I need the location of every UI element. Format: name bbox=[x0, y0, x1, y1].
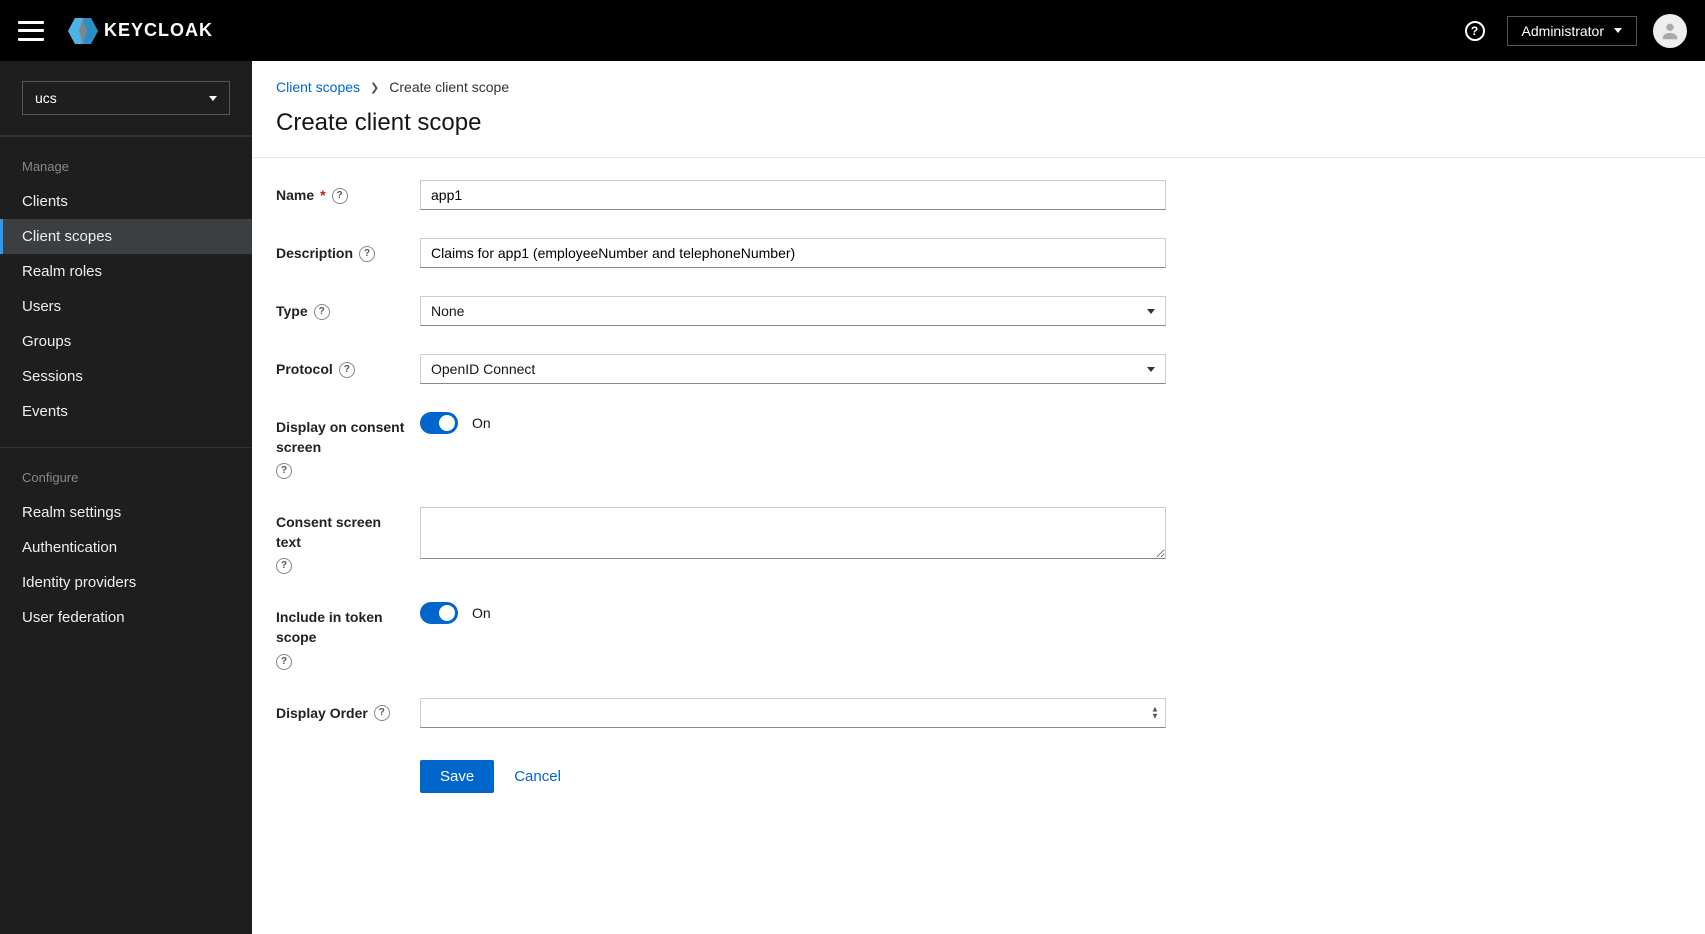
brand-hex-icon bbox=[68, 18, 98, 44]
name-input[interactable] bbox=[420, 180, 1166, 210]
description-label: Description bbox=[276, 244, 353, 264]
description-input[interactable] bbox=[420, 238, 1166, 268]
protocol-select[interactable]: OpenID Connect bbox=[420, 354, 1166, 384]
brand-text: KEYCLOAK bbox=[104, 20, 213, 41]
sidebar-item-users[interactable]: Users bbox=[0, 289, 252, 324]
include-in-token-toggle[interactable] bbox=[420, 602, 458, 624]
sidebar-item-authentication[interactable]: Authentication bbox=[0, 530, 252, 565]
sidebar-item-identity-providers[interactable]: Identity providers bbox=[0, 565, 252, 600]
sidebar-item-client-scopes[interactable]: Client scopes bbox=[0, 219, 252, 254]
sidebar-item-realm-roles[interactable]: Realm roles bbox=[0, 254, 252, 289]
display-on-consent-state: On bbox=[472, 415, 491, 431]
help-icon[interactable]: ? bbox=[359, 246, 375, 262]
display-on-consent-label: Display on consent screen bbox=[276, 418, 408, 457]
sidebar-item-groups[interactable]: Groups bbox=[0, 324, 252, 359]
nav-section-manage: Manage bbox=[0, 137, 252, 184]
protocol-select-value: OpenID Connect bbox=[431, 361, 535, 377]
sidebar: ucs Manage ClientsClient scopesRealm rol… bbox=[0, 61, 252, 934]
save-button[interactable]: Save bbox=[420, 760, 494, 793]
main-content: Client scopes ❯ Create client scope Crea… bbox=[252, 61, 1705, 934]
realm-selector[interactable]: ucs bbox=[22, 81, 230, 115]
user-menu[interactable]: Administrator bbox=[1507, 16, 1637, 46]
type-select[interactable]: None bbox=[420, 296, 1166, 326]
help-icon[interactable]: ? bbox=[314, 304, 330, 320]
display-order-label: Display Order bbox=[276, 704, 368, 724]
sidebar-item-clients[interactable]: Clients bbox=[0, 184, 252, 219]
stepper-down-icon[interactable]: ▼ bbox=[1150, 713, 1160, 719]
breadcrumb-current: Create client scope bbox=[389, 79, 509, 95]
required-indicator: * bbox=[320, 186, 325, 206]
help-icon[interactable]: ? bbox=[276, 654, 292, 670]
help-icon[interactable]: ? bbox=[1465, 21, 1485, 41]
nav-section-configure: Configure bbox=[0, 448, 252, 495]
cancel-button[interactable]: Cancel bbox=[514, 768, 561, 785]
brand-logo[interactable]: KEYCLOAK bbox=[68, 18, 213, 44]
sidebar-item-user-federation[interactable]: User federation bbox=[0, 600, 252, 635]
topbar: KEYCLOAK ? Administrator bbox=[0, 0, 1705, 61]
chevron-down-icon bbox=[1147, 367, 1155, 372]
menu-toggle-icon[interactable] bbox=[18, 21, 44, 41]
display-on-consent-toggle[interactable] bbox=[420, 412, 458, 434]
breadcrumb-separator-icon: ❯ bbox=[370, 81, 379, 94]
consent-text-input[interactable] bbox=[420, 507, 1166, 559]
protocol-label: Protocol bbox=[276, 360, 333, 380]
display-order-input[interactable] bbox=[420, 698, 1166, 728]
include-in-token-state: On bbox=[472, 605, 491, 621]
chevron-down-icon bbox=[1614, 28, 1622, 33]
avatar[interactable] bbox=[1653, 14, 1687, 48]
help-icon[interactable]: ? bbox=[276, 463, 292, 479]
chevron-down-icon bbox=[209, 96, 217, 101]
name-label: Name bbox=[276, 186, 314, 206]
sidebar-item-events[interactable]: Events bbox=[0, 394, 252, 429]
realm-selector-value: ucs bbox=[35, 90, 57, 106]
help-icon[interactable]: ? bbox=[276, 558, 292, 574]
user-menu-label: Administrator bbox=[1522, 23, 1604, 39]
include-in-token-label: Include in token scope bbox=[276, 608, 408, 647]
breadcrumb-parent-link[interactable]: Client scopes bbox=[276, 79, 360, 95]
number-stepper[interactable]: ▲ ▼ bbox=[1150, 706, 1160, 719]
help-icon[interactable]: ? bbox=[374, 705, 390, 721]
help-icon[interactable]: ? bbox=[339, 362, 355, 378]
help-icon[interactable]: ? bbox=[332, 188, 348, 204]
chevron-down-icon bbox=[1147, 309, 1155, 314]
type-select-value: None bbox=[431, 303, 464, 319]
sidebar-item-sessions[interactable]: Sessions bbox=[0, 359, 252, 394]
breadcrumb: Client scopes ❯ Create client scope bbox=[276, 79, 1681, 95]
type-label: Type bbox=[276, 302, 308, 322]
sidebar-item-realm-settings[interactable]: Realm settings bbox=[0, 495, 252, 530]
consent-text-label: Consent screen text bbox=[276, 513, 408, 552]
page-title: Create client scope bbox=[276, 109, 1681, 137]
